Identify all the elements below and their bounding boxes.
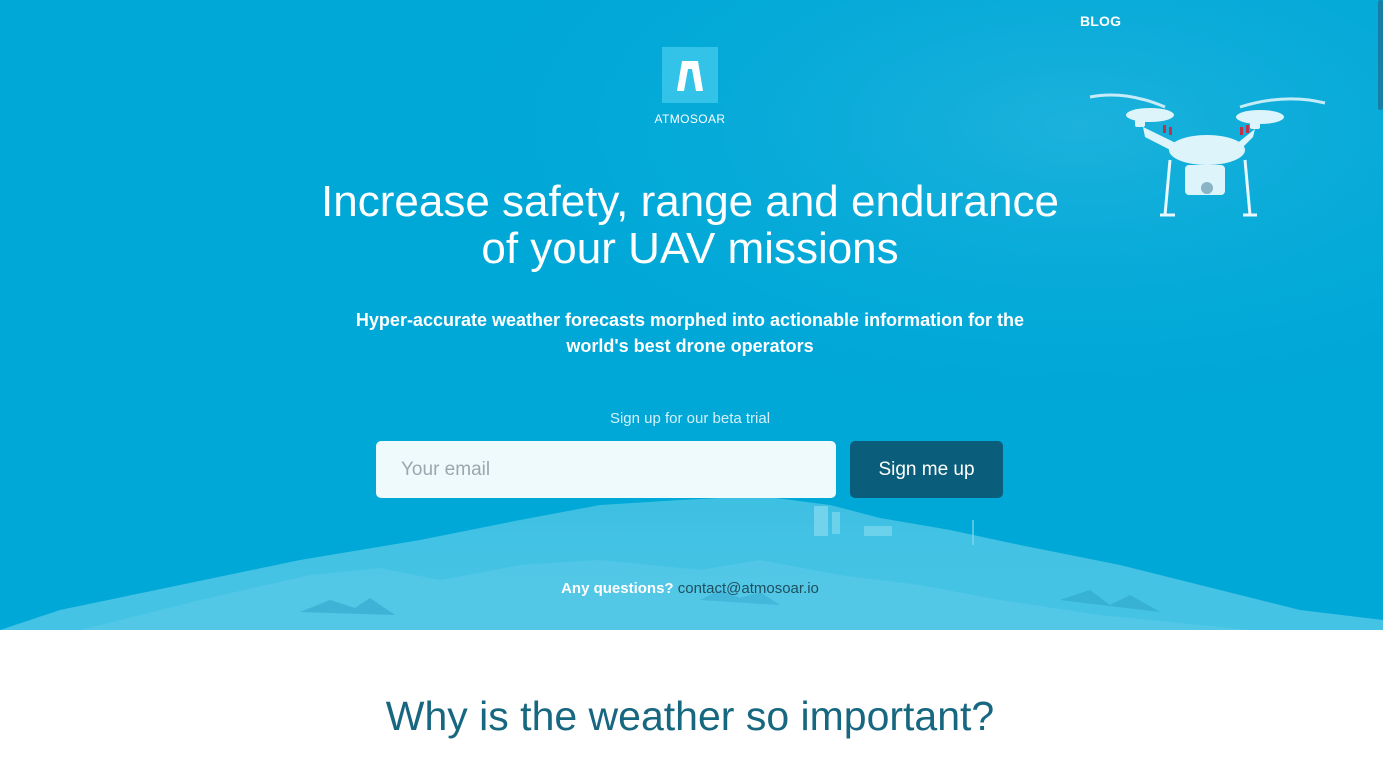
nav-blog-link[interactable]: BLOG [1080,13,1121,29]
logo-mark-icon [677,61,703,91]
sign-up-button[interactable]: Sign me up [850,441,1003,498]
contact-line: Any questions? contact@atmosoar.io [490,580,890,597]
hero-section: BLOG ATMOSOAR Increase safety, range and… [0,0,1383,630]
hero-headline-line2: of your UAV missions [481,224,899,273]
contact-email-link[interactable]: contact@atmosoar.io [678,580,819,597]
section-title: Why is the weather so important? [385,693,995,739]
hero-headline: Increase safety, range and endurance of … [240,178,1140,272]
hero-subheadline-line1: Hyper-accurate weather forecasts morphed… [355,310,1025,330]
hero-headline-line1: Increase safety, range and endurance [321,177,1059,226]
scrollbar-thumb[interactable] [1378,0,1383,110]
email-input[interactable] [376,441,836,498]
hero-subheadline-line2: world's best drone operators [566,336,814,356]
questions-label: Any questions? [561,580,674,597]
brand-name: ATMOSOAR [654,112,726,126]
hero-subheadline: Hyper-accurate weather forecasts morphed… [340,307,1040,359]
signup-caption: Sign up for our beta trial [609,410,771,427]
atmosoar-logo-icon[interactable] [662,47,718,103]
